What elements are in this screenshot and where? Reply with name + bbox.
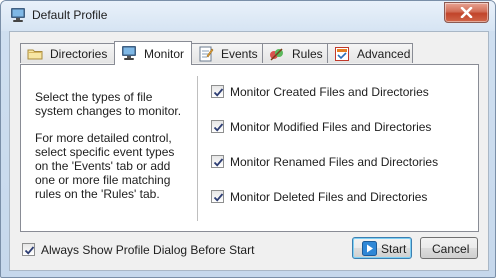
cancel-button-label: Cancel [432, 242, 470, 256]
tab-advanced-label: Advanced [357, 47, 411, 61]
option-label: Monitor Created Files and Directories [230, 85, 429, 99]
option-label: Monitor Deleted Files and Directories [230, 190, 428, 204]
monitor-icon [121, 45, 137, 61]
checkbox[interactable] [211, 155, 224, 168]
description-intro: Select the types of file system changes … [35, 90, 182, 118]
title-bar[interactable]: Default Profile [1, 1, 495, 31]
checkbox[interactable] [211, 85, 224, 98]
tab-monitor[interactable]: Monitor [114, 41, 192, 65]
window-title: Default Profile [32, 8, 108, 22]
start-button-label: Start [381, 242, 407, 256]
folder-icon [27, 46, 43, 62]
tab-monitor-label: Monitor [144, 47, 185, 61]
checkmark-icon [213, 123, 224, 132]
checkbox[interactable] [22, 243, 35, 256]
events-icon [198, 46, 214, 62]
checkmark-icon [24, 246, 35, 255]
tab-directories-label: Directories [50, 47, 108, 61]
tab-directories[interactable]: Directories [20, 43, 115, 63]
checkbox[interactable] [211, 120, 224, 133]
tab-advanced[interactable]: Advanced [327, 43, 413, 63]
description-details: For more detailed control, select specif… [35, 131, 175, 201]
always-show-label: Always Show Profile Dialog Before Start [41, 243, 255, 257]
panel-divider [197, 76, 198, 221]
option-label: Monitor Modified Files and Directories [230, 120, 432, 134]
option-label: Monitor Renamed Files and Directories [230, 155, 439, 169]
checkbox[interactable] [211, 190, 224, 203]
checkmark-icon [213, 193, 224, 202]
checkmark-icon [213, 158, 224, 167]
start-button[interactable]: Start [352, 237, 412, 259]
tab-rules[interactable]: Rules [262, 43, 328, 63]
profile-dialog-window: Default Profile Directories Monitor Even… [0, 0, 496, 278]
tab-rules-label: Rules [292, 47, 323, 61]
monitor-tab-panel: Select the types of file system changes … [20, 64, 479, 232]
advanced-icon [334, 46, 350, 62]
tab-events-label: Events [221, 47, 258, 61]
close-button[interactable] [444, 2, 489, 23]
monitor-description: Select the types of file system changes … [35, 90, 183, 214]
dialog-client-area: Directories Monitor Events Rules Advance… [9, 31, 489, 271]
close-icon [460, 7, 473, 18]
checkmark-icon [213, 88, 224, 97]
tab-events[interactable]: Events [191, 43, 263, 63]
rules-icon [269, 46, 285, 62]
app-monitor-icon [10, 7, 26, 23]
cancel-button[interactable]: Cancel [420, 237, 478, 259]
play-icon [362, 241, 377, 259]
